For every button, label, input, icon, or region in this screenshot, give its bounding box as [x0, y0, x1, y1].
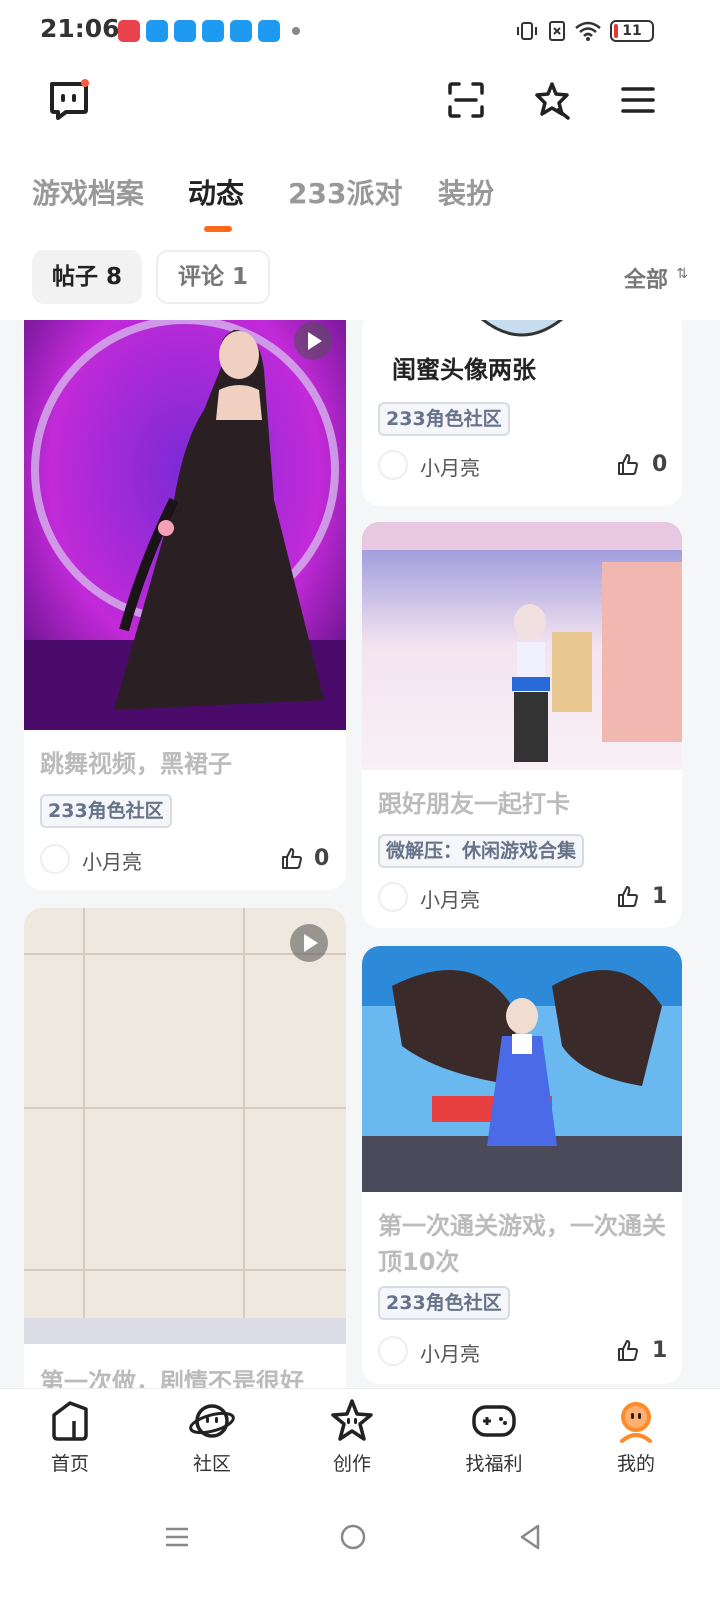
app-notification-icon — [258, 20, 280, 42]
favorites-icon[interactable] — [532, 80, 572, 120]
post-title: 跟好朋友一起打卡 — [378, 790, 570, 818]
post-image — [24, 908, 346, 1344]
app-notification-icon — [202, 20, 224, 42]
thumbs-up-icon[interactable] — [616, 453, 640, 477]
menu-icon[interactable] — [618, 80, 658, 120]
system-nav-bar — [0, 1492, 720, 1600]
like-count: 1 — [652, 884, 668, 909]
thumbs-up-icon[interactable] — [280, 847, 304, 871]
post-title: 第一次做，剧情不是很好 — [40, 1368, 304, 1388]
avatar — [378, 450, 408, 480]
post-title: 跳舞视频，黑裙子 — [40, 750, 232, 778]
post-image — [362, 320, 682, 340]
thumbs-up-icon[interactable] — [616, 885, 640, 909]
app-notification-icon — [230, 20, 252, 42]
post-card[interactable]: 第一次做，剧情不是很好 — [24, 908, 346, 1388]
avatar — [40, 844, 70, 874]
nav-label: 创作 — [332, 1453, 371, 1475]
more-notifications-icon — [292, 27, 300, 35]
sort-dropdown[interactable]: 全部 — [624, 262, 668, 294]
post-card[interactable]: 第一次通关游戏，一次通关顶10次 233角色社区 小月亮 1 — [362, 946, 682, 1384]
comments-filter-chip[interactable]: 评论 1 — [156, 250, 271, 304]
nav-label: 社区 — [192, 1453, 231, 1475]
home-button-icon[interactable] — [338, 1522, 368, 1552]
nav-profile[interactable]: 我的 — [586, 1397, 686, 1476]
no-sim-icon — [549, 21, 565, 41]
app-logo-icon[interactable] — [46, 78, 90, 122]
status-time: 21:06 — [40, 14, 120, 43]
author-name[interactable]: 小月亮 — [420, 1338, 480, 1367]
like-count: 0 — [314, 846, 330, 871]
profile-icon — [620, 1402, 652, 1443]
post-tag[interactable]: 微解压：休闲游戏合集 — [378, 834, 585, 868]
nav-label: 我的 — [616, 1453, 655, 1475]
author-name[interactable]: 小月亮 — [420, 452, 480, 481]
post-image — [362, 946, 682, 1192]
app-notification-icon — [146, 20, 168, 42]
thumbs-up-icon[interactable] — [616, 1339, 640, 1363]
gamepad-icon — [472, 1405, 516, 1437]
notification-icons — [118, 20, 300, 42]
vibrate-icon — [517, 22, 537, 40]
posts-feed: 跳舞视频，黑裙子 233角色社区 小月亮 0 闺蜜头像两张 233角色社区 小月… — [0, 320, 720, 1388]
wifi-icon — [575, 21, 601, 41]
battery-indicator: 11 — [610, 20, 654, 42]
star-icon — [331, 1399, 373, 1441]
app-notification-icon — [174, 20, 196, 42]
post-tag[interactable]: 233角色社区 — [378, 402, 510, 436]
tab-activity[interactable]: 动态 — [188, 172, 244, 212]
like-count: 0 — [652, 452, 668, 477]
post-image — [362, 522, 682, 770]
post-tag[interactable]: 233角色社区 — [378, 1286, 510, 1320]
post-card[interactable]: 跳舞视频，黑裙子 233角色社区 小月亮 0 — [24, 320, 346, 890]
bottom-nav: 首页 社区 创作 找福利 我的 — [0, 1388, 720, 1492]
top-bar — [0, 62, 720, 154]
video-app-icon — [118, 20, 140, 42]
home-icon — [52, 1401, 88, 1441]
avatar — [378, 1336, 408, 1366]
posts-filter-chip[interactable]: 帖子 8 — [32, 250, 143, 304]
nav-create[interactable]: 创作 — [302, 1397, 402, 1476]
post-card[interactable]: 闺蜜头像两张 233角色社区 小月亮 0 — [362, 320, 682, 506]
avatar — [378, 882, 408, 912]
profile-tabs: 游戏档案 动态 233派对 装扮 — [0, 154, 720, 240]
nav-benefits[interactable]: 找福利 — [444, 1397, 544, 1476]
filter-row: 帖子 8 评论 1 全部 ⇅ — [0, 240, 720, 320]
author-name[interactable]: 小月亮 — [82, 846, 142, 875]
like-count: 1 — [652, 1338, 668, 1363]
recent-apps-icon[interactable] — [162, 1522, 192, 1552]
back-icon[interactable] — [516, 1522, 546, 1552]
post-title: 闺蜜头像两张 — [392, 356, 536, 384]
scan-icon[interactable] — [446, 80, 486, 120]
nav-label: 首页 — [50, 1453, 89, 1475]
post-card[interactable]: 跟好朋友一起打卡 微解压：休闲游戏合集 小月亮 1 — [362, 522, 682, 928]
video-play-icon — [290, 924, 328, 962]
tab-233-party[interactable]: 233派对 — [288, 172, 402, 212]
tab-game-archive[interactable]: 游戏档案 — [32, 172, 144, 212]
post-title: 第一次通关游戏，一次通关顶10次 — [378, 1212, 666, 1276]
nav-label: 找福利 — [465, 1453, 523, 1475]
video-play-icon — [294, 322, 332, 360]
post-tag[interactable]: 233角色社区 — [40, 794, 172, 828]
post-image — [24, 320, 346, 730]
author-name[interactable]: 小月亮 — [420, 884, 480, 913]
tab-dress-up[interactable]: 装扮 — [438, 172, 494, 212]
active-tab-indicator — [204, 226, 232, 232]
nav-home[interactable]: 首页 — [20, 1397, 120, 1476]
nav-community[interactable]: 社区 — [162, 1397, 262, 1476]
status-bar: 21:06 11 — [0, 0, 720, 62]
sort-arrows-icon[interactable]: ⇅ — [676, 266, 688, 282]
planet-icon — [189, 1404, 235, 1438]
